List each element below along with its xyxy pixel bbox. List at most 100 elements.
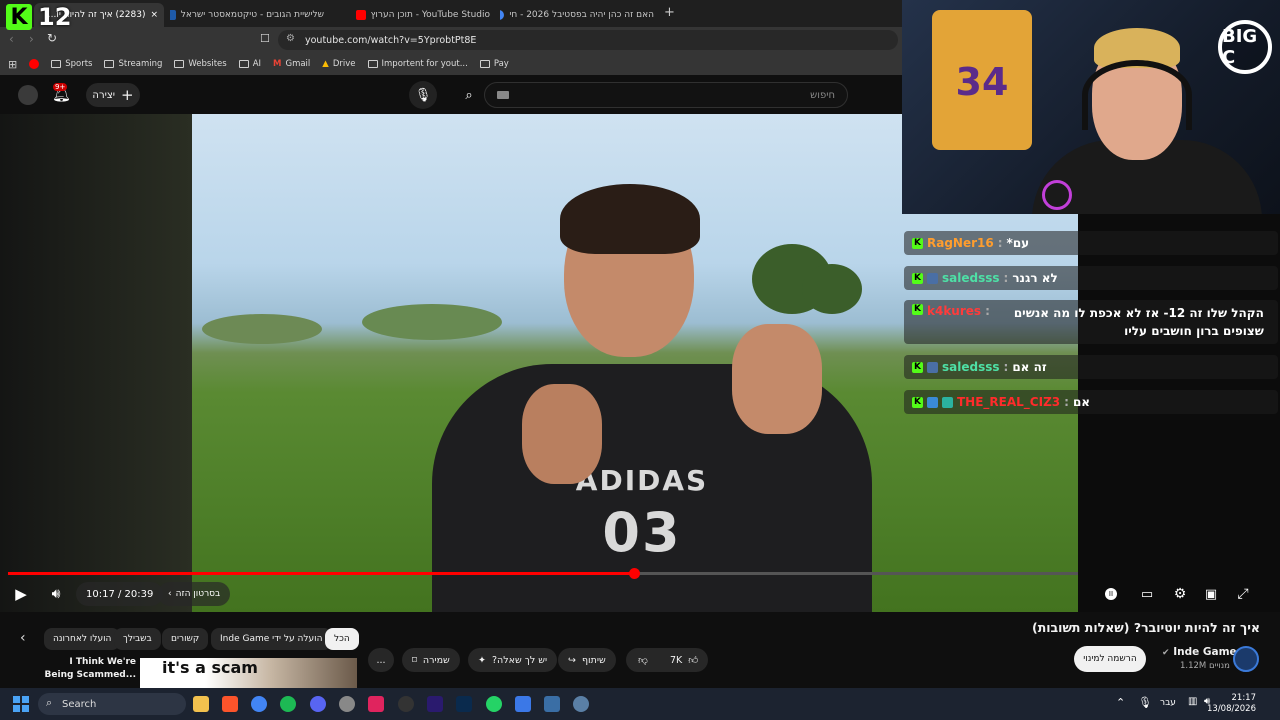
keyboard-icon[interactable] xyxy=(497,91,509,99)
gift-badge-icon xyxy=(927,396,938,408)
bookmark-pay[interactable]: Pay xyxy=(479,59,509,69)
share-button[interactable]: שיתוף ↪ xyxy=(558,648,616,672)
video-title: איך זה להיות יוטיובר? (שאלות תשובות) xyxy=(1031,620,1260,635)
folder-icon xyxy=(174,60,185,68)
new-tab-icon[interactable]: + xyxy=(664,5,675,20)
spotify-icon[interactable] xyxy=(280,696,296,712)
back-icon[interactable]: ‹ xyxy=(9,32,14,46)
kick-badge-icon: K xyxy=(912,272,923,284)
calculator-icon[interactable] xyxy=(544,696,560,712)
photoshop-icon[interactable] xyxy=(456,696,472,712)
theater-mode-icon[interactable]: ▣ xyxy=(1201,584,1221,604)
chapter-button[interactable]: בסרטון הזה › xyxy=(158,582,231,606)
chip-for-you[interactable]: בשבילך xyxy=(114,628,161,650)
bookmarks-bar: ⊞ Sports Streaming Websites AI M Gmail ▲ D… xyxy=(0,53,902,75)
chevron-up-icon[interactable]: ⌃ xyxy=(1116,696,1125,709)
tab-title: YouTube Studio - תוכן הערוץ xyxy=(370,10,490,20)
create-button[interactable]: יצירה + xyxy=(86,83,140,107)
bookmark-sports[interactable]: Sports xyxy=(51,59,92,69)
bookmark-drive[interactable]: ▲ Drive xyxy=(322,59,355,69)
account-avatar[interactable] xyxy=(18,85,38,105)
ask-button[interactable]: יש לך שאלה? ✦ xyxy=(468,648,558,672)
apps-grid-icon[interactable]: ⊞ xyxy=(8,58,17,71)
search-input[interactable]: חיפוש xyxy=(484,82,848,108)
play-icon[interactable]: ▶ xyxy=(10,584,32,604)
forward-icon[interactable]: › xyxy=(29,32,34,46)
chat-text: עם* xyxy=(1006,236,1030,250)
search-icon: ⌕ xyxy=(46,696,53,709)
channel-name[interactable]: ✔ Inde Game xyxy=(1162,646,1237,658)
search-button[interactable]: ⌕ xyxy=(455,81,483,109)
chip-all[interactable]: הכל xyxy=(325,628,359,650)
notepad-icon[interactable] xyxy=(515,696,531,712)
gear-app-icon[interactable] xyxy=(573,696,589,712)
clock[interactable]: 21:17 13/08/2026 xyxy=(1207,693,1256,715)
youtube-bookmark-icon[interactable] xyxy=(29,59,40,69)
file-explorer-icon[interactable] xyxy=(193,696,209,712)
kick-badge-icon: K xyxy=(912,361,923,373)
chip-channel[interactable]: הועלה על ידי Inde Game xyxy=(211,628,332,650)
subtitles-icon[interactable]: ▭ xyxy=(1137,584,1157,604)
rgb-light xyxy=(1042,180,1072,210)
settings-icon[interactable] xyxy=(339,696,355,712)
like-button[interactable]: 7K 👍︎ xyxy=(660,648,709,672)
video-progress-bar[interactable] xyxy=(8,568,1078,579)
chat-message: K k4kures : הקהל שלו זה 12- אז לא אכפת ל… xyxy=(904,300,1278,344)
viewer-count: 12 xyxy=(38,3,72,31)
plus-icon: + xyxy=(121,86,134,104)
url-field[interactable]: ⚙ youtube.com/watch?v=5YprobtPt8E xyxy=(278,30,898,50)
tab-close-icon[interactable]: × xyxy=(150,10,158,20)
volume-icon[interactable]: 🔊︎ xyxy=(45,584,67,604)
stream-chat: K RagNer16 : עם* K saledsss : לא רגנר K … xyxy=(902,214,1280,424)
voice-search-button[interactable]: 🎙︎ xyxy=(409,81,437,109)
app-icon[interactable] xyxy=(368,696,384,712)
discord-icon[interactable] xyxy=(310,696,326,712)
reload-icon[interactable]: ↻ xyxy=(47,31,57,45)
chat-username: saledsss xyxy=(942,360,1000,374)
kick-logo: K xyxy=(6,4,32,30)
bookmark-websites[interactable]: Websites xyxy=(174,59,227,69)
bookmark-ai[interactable]: AI xyxy=(238,59,261,69)
taskbar-search[interactable]: ⌕ Search xyxy=(38,693,186,715)
tab-3[interactable]: YouTube Studio - תוכן הערוץ xyxy=(336,3,496,27)
tab-2[interactable]: שלישיית הגובים - טיקטמאסטר ישראל xyxy=(170,3,330,27)
site-info-icon[interactable]: ⚙ xyxy=(286,33,295,44)
obs-icon[interactable] xyxy=(398,696,414,712)
recommended-thumbnail[interactable]: it's a scam xyxy=(140,658,357,690)
player-controls: ▶ 🔊︎ 10:17 / 20:39 בסרטון הזה › II ▭ ⚙ ▣… xyxy=(0,580,1280,608)
search-placeholder: חיפוש xyxy=(810,89,835,101)
dislike-button[interactable]: 👎︎ xyxy=(626,648,660,672)
recommended-title[interactable]: I Think We're Being Scammed... xyxy=(40,656,136,682)
address-bar-row: ‹ › ↻ ☐ ⚙ youtube.com/watch?v=5YprobtPt8… xyxy=(0,27,902,53)
channel-avatar[interactable] xyxy=(1233,646,1259,672)
bookmark-star-icon[interactable]: ☐ xyxy=(260,32,270,45)
autoplay-toggle[interactable]: II xyxy=(1102,586,1120,602)
channel-logo-badge: BIG C xyxy=(1218,20,1272,74)
progress-scrubber[interactable] xyxy=(628,568,640,579)
chrome-icon[interactable] xyxy=(251,696,267,712)
subscribe-button[interactable]: הרשמה למינוי xyxy=(1074,646,1146,672)
language-indicator[interactable]: עבר xyxy=(1160,698,1176,708)
bookmark-streaming[interactable]: Streaming xyxy=(104,59,162,69)
whatsapp-icon[interactable] xyxy=(486,696,502,712)
premiere-icon[interactable] xyxy=(427,696,443,712)
chevron-left-icon[interactable]: ‹ xyxy=(20,630,26,646)
folder-icon xyxy=(367,60,378,68)
network-icon[interactable]: ▥ xyxy=(1188,696,1197,707)
subscriber-badge-icon xyxy=(927,272,938,284)
tab-4[interactable]: האם זה כהן יהיה בפסטיבל 2026 - חי xyxy=(500,3,660,27)
chip-recent[interactable]: הועלו לאחרונה xyxy=(44,628,121,650)
youtube-header: 🔔︎ 9+ יצירה + 🎙︎ ⌕ חיפוש xyxy=(0,75,902,115)
bookmark-gmail[interactable]: M Gmail xyxy=(273,59,310,69)
bookmark-important[interactable]: Importent for yout... xyxy=(367,59,468,69)
time-display: 10:17 / 20:39 xyxy=(76,582,164,606)
save-button[interactable]: שמירה ⌑ xyxy=(402,648,460,672)
windows-start-icon[interactable] xyxy=(13,696,29,712)
fullscreen-icon[interactable]: ⤢ xyxy=(1233,584,1253,604)
brave-browser-icon[interactable] xyxy=(222,696,238,712)
settings-gear-icon[interactable]: ⚙ xyxy=(1170,584,1190,604)
microphone-icon[interactable]: 🎙︎ xyxy=(1138,696,1152,709)
bushes xyxy=(202,314,322,344)
more-actions-button[interactable]: ... xyxy=(368,648,394,672)
chip-related[interactable]: קשורים xyxy=(162,628,209,650)
